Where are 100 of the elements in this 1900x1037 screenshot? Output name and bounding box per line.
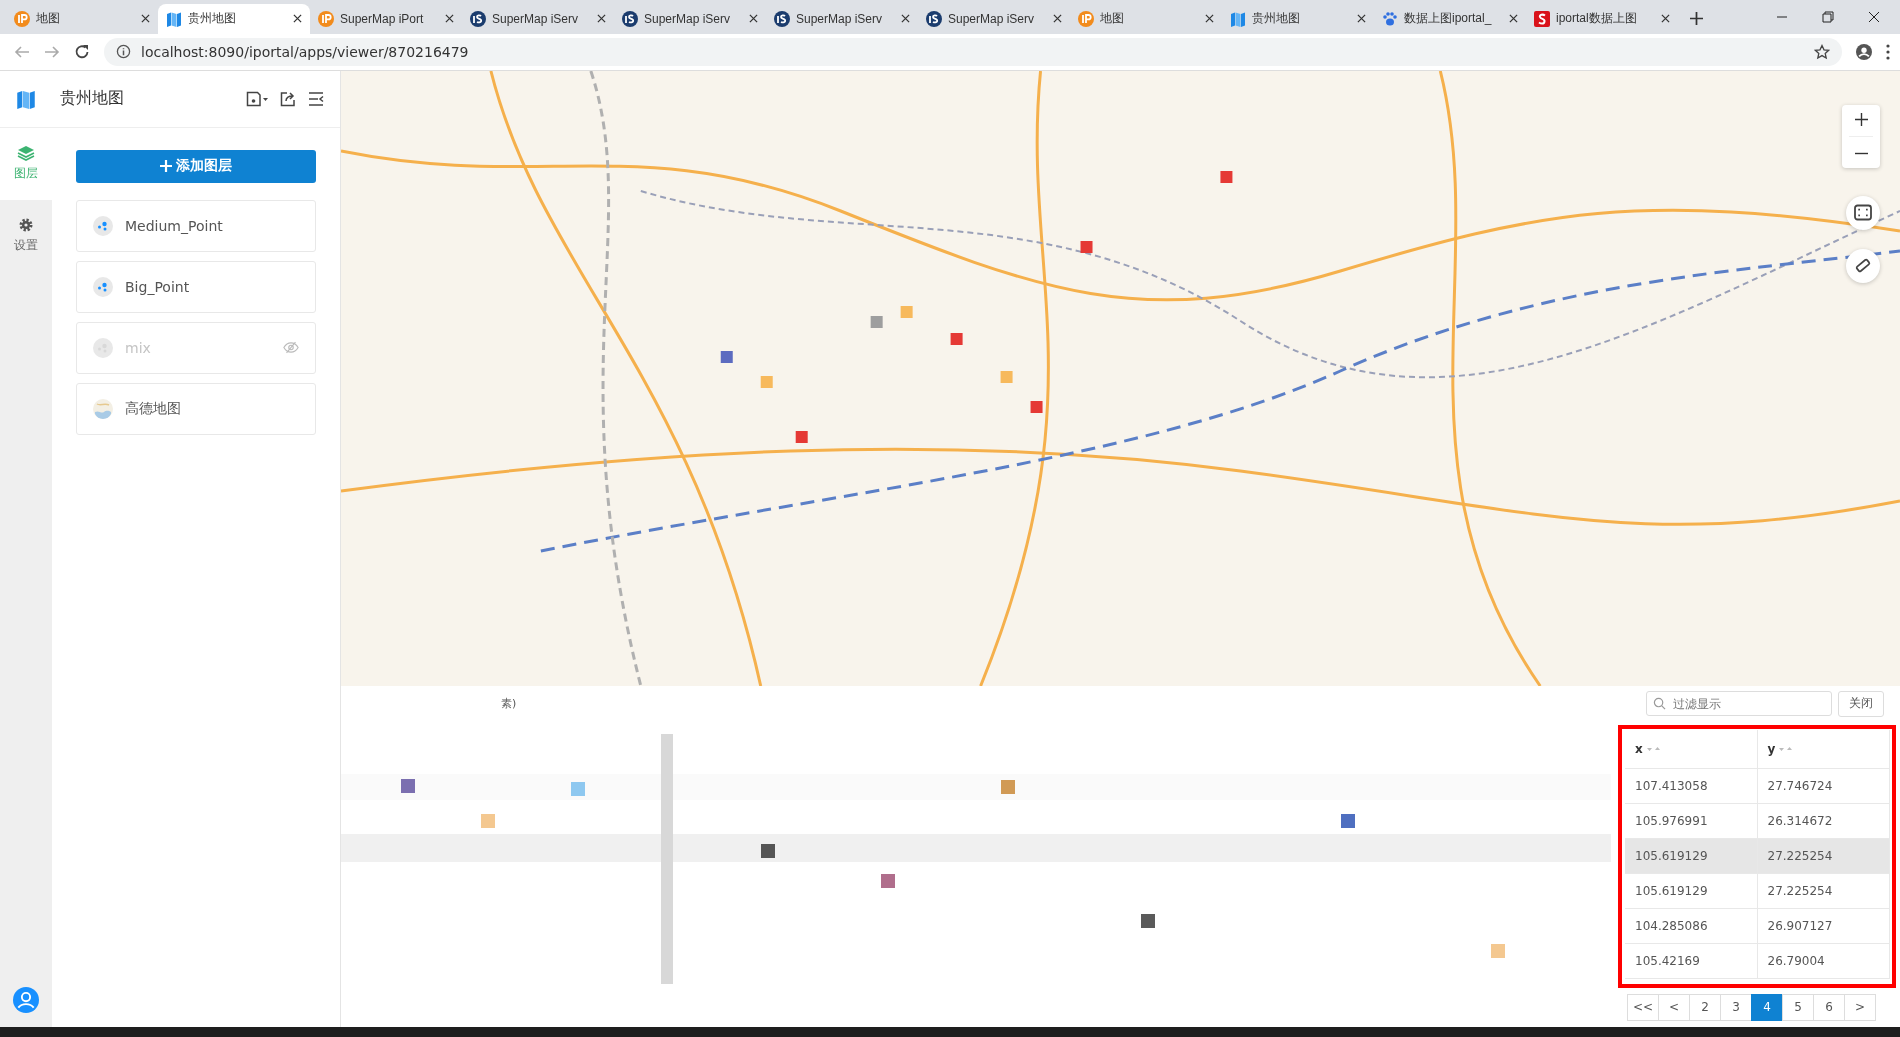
tab-title: 贵州地图 [188, 10, 237, 28]
new-tab-icon[interactable] [1690, 11, 1703, 25]
address-field[interactable]: localhost:8090/iportal/apps/viewer/870216479 [104, 37, 1842, 66]
iportal-logo-icon [14, 10, 30, 27]
browser-tab[interactable]: 数据上图iportal_ [1374, 3, 1526, 34]
table-row[interactable]: 105.619129 27.225254 [1625, 838, 1890, 874]
close-icon[interactable] [1661, 14, 1670, 24]
page-button[interactable]: 2 [1689, 993, 1721, 1021]
point-layer-icon [93, 337, 113, 358]
more-menu-icon[interactable] [1886, 43, 1890, 60]
layer-card[interactable]: Medium_Point [76, 199, 316, 252]
page-button[interactable]: 3 [1720, 993, 1752, 1021]
table-cell: 27.225254 [1757, 838, 1890, 873]
account-icon[interactable] [1856, 43, 1872, 60]
s-logo-icon [1534, 10, 1550, 27]
search-icon [1653, 697, 1666, 711]
close-button[interactable]: 关闭 [1838, 690, 1884, 717]
tab-title: SuperMap iServ [492, 11, 580, 26]
close-icon[interactable] [1868, 11, 1880, 23]
page-button[interactable]: 4 [1751, 993, 1783, 1021]
zoom-in-icon[interactable] [1854, 112, 1868, 126]
iportal-logo-icon [1078, 10, 1094, 27]
collapse-menu-icon[interactable] [308, 90, 324, 107]
plus-icon [160, 160, 172, 173]
next-page-button[interactable]: > [1844, 993, 1876, 1021]
table-cell: 26.907127 [1757, 908, 1890, 943]
map-title: 贵州地图 [60, 88, 125, 110]
star-icon[interactable] [1814, 43, 1830, 60]
restore-icon[interactable] [1822, 11, 1834, 23]
table-row[interactable]: 105.976991 26.314672 [1625, 803, 1890, 839]
sort-icon [1779, 744, 1794, 753]
layer-name: Big_Point [125, 278, 191, 295]
layer-card[interactable]: Big_Point [76, 260, 316, 313]
filter-field[interactable]: 过滤显示 [1646, 691, 1832, 717]
folded-map-icon [16, 88, 36, 109]
table-row[interactable]: 105.619129 27.225254 [1625, 873, 1890, 909]
add-layer-button[interactable]: 添加图层 [76, 149, 316, 183]
browser-tab[interactable]: 贵州地图 [158, 3, 310, 34]
ruler-icon [1854, 257, 1872, 275]
tab-title: SuperMap iServ [644, 11, 732, 26]
point-layer-icon [93, 215, 113, 236]
browser-tab[interactable]: iportal数据上图 [1526, 3, 1678, 34]
iserver-logo-icon [622, 10, 638, 27]
browser-tab[interactable]: SuperMap iServ [462, 3, 614, 34]
table-row[interactable]: 107.413058 27.746724 [1625, 768, 1890, 804]
browser-tab[interactable]: 地图 [1070, 3, 1222, 34]
close-icon[interactable] [293, 14, 302, 24]
reload-icon[interactable] [74, 43, 90, 60]
table-title: 素) [501, 696, 518, 712]
table-cell: 27.746724 [1757, 768, 1890, 803]
page-button[interactable]: 6 [1813, 993, 1845, 1021]
close-icon[interactable] [1357, 14, 1366, 24]
close-icon[interactable] [901, 14, 910, 24]
rail-tab[interactable]: 设置 [0, 199, 52, 272]
sort-icon [1646, 744, 1661, 753]
close-icon[interactable] [445, 14, 454, 24]
user-avatar-icon[interactable] [13, 987, 39, 1013]
layer-card[interactable]: 高德地图 [76, 382, 316, 435]
close-icon[interactable] [749, 14, 758, 24]
table-cell: 105.42169 [1625, 943, 1758, 978]
table-cell: 107.413058 [1625, 768, 1758, 803]
table-row[interactable]: 104.285086 26.907127 [1625, 908, 1890, 944]
close-icon[interactable] [597, 14, 606, 24]
tab-title: 贵州地图 [1252, 10, 1301, 28]
close-icon[interactable] [1053, 14, 1062, 24]
layers-icon [17, 145, 35, 162]
share-icon[interactable] [280, 90, 296, 107]
close-icon[interactable] [141, 14, 150, 24]
iportal-logo-icon [318, 10, 334, 27]
column-header[interactable]: x [1625, 729, 1758, 768]
table-row[interactable]: 105.42169 26.79004 [1625, 943, 1890, 979]
browser-tab[interactable]: SuperMap iServ [766, 3, 918, 34]
tab-title: 数据上图iportal_ [1404, 10, 1493, 28]
info-icon[interactable] [116, 44, 131, 60]
folded-map-icon [1230, 10, 1246, 27]
layer-name: 高德地图 [125, 399, 182, 418]
previous-page-button[interactable]: < [1658, 993, 1690, 1021]
close-icon[interactable] [1205, 14, 1214, 24]
settings-icon [17, 217, 35, 234]
point-layer-icon [93, 276, 113, 297]
table-cell: 26.314672 [1757, 803, 1890, 838]
layer-name: mix [125, 339, 152, 356]
column-header[interactable]: y [1757, 729, 1890, 768]
frame-corners-icon [1854, 204, 1872, 222]
table-cell: 27.225254 [1757, 873, 1890, 908]
table-cell: 105.619129 [1625, 838, 1758, 873]
browser-tab[interactable]: 地图 [6, 3, 158, 34]
browser-tab[interactable]: SuperMap iServ [918, 3, 1070, 34]
browser-tab[interactable]: SuperMap iServ [614, 3, 766, 34]
tab-title: SuperMap iServ [948, 11, 1036, 26]
browser-tab[interactable]: SuperMap iPort [310, 3, 462, 34]
table-cell: 105.976991 [1625, 803, 1758, 838]
tab-title: 地图 [1100, 10, 1125, 28]
paw-icon [1382, 10, 1398, 27]
close-icon[interactable] [1509, 14, 1518, 24]
browser-tab[interactable]: 贵州地图 [1222, 3, 1374, 34]
tab-title: 地图 [36, 10, 61, 28]
save-dropdown-icon[interactable] [246, 90, 268, 107]
first-page-button[interactable]: << [1627, 993, 1659, 1021]
page-button[interactable]: 5 [1782, 993, 1814, 1021]
